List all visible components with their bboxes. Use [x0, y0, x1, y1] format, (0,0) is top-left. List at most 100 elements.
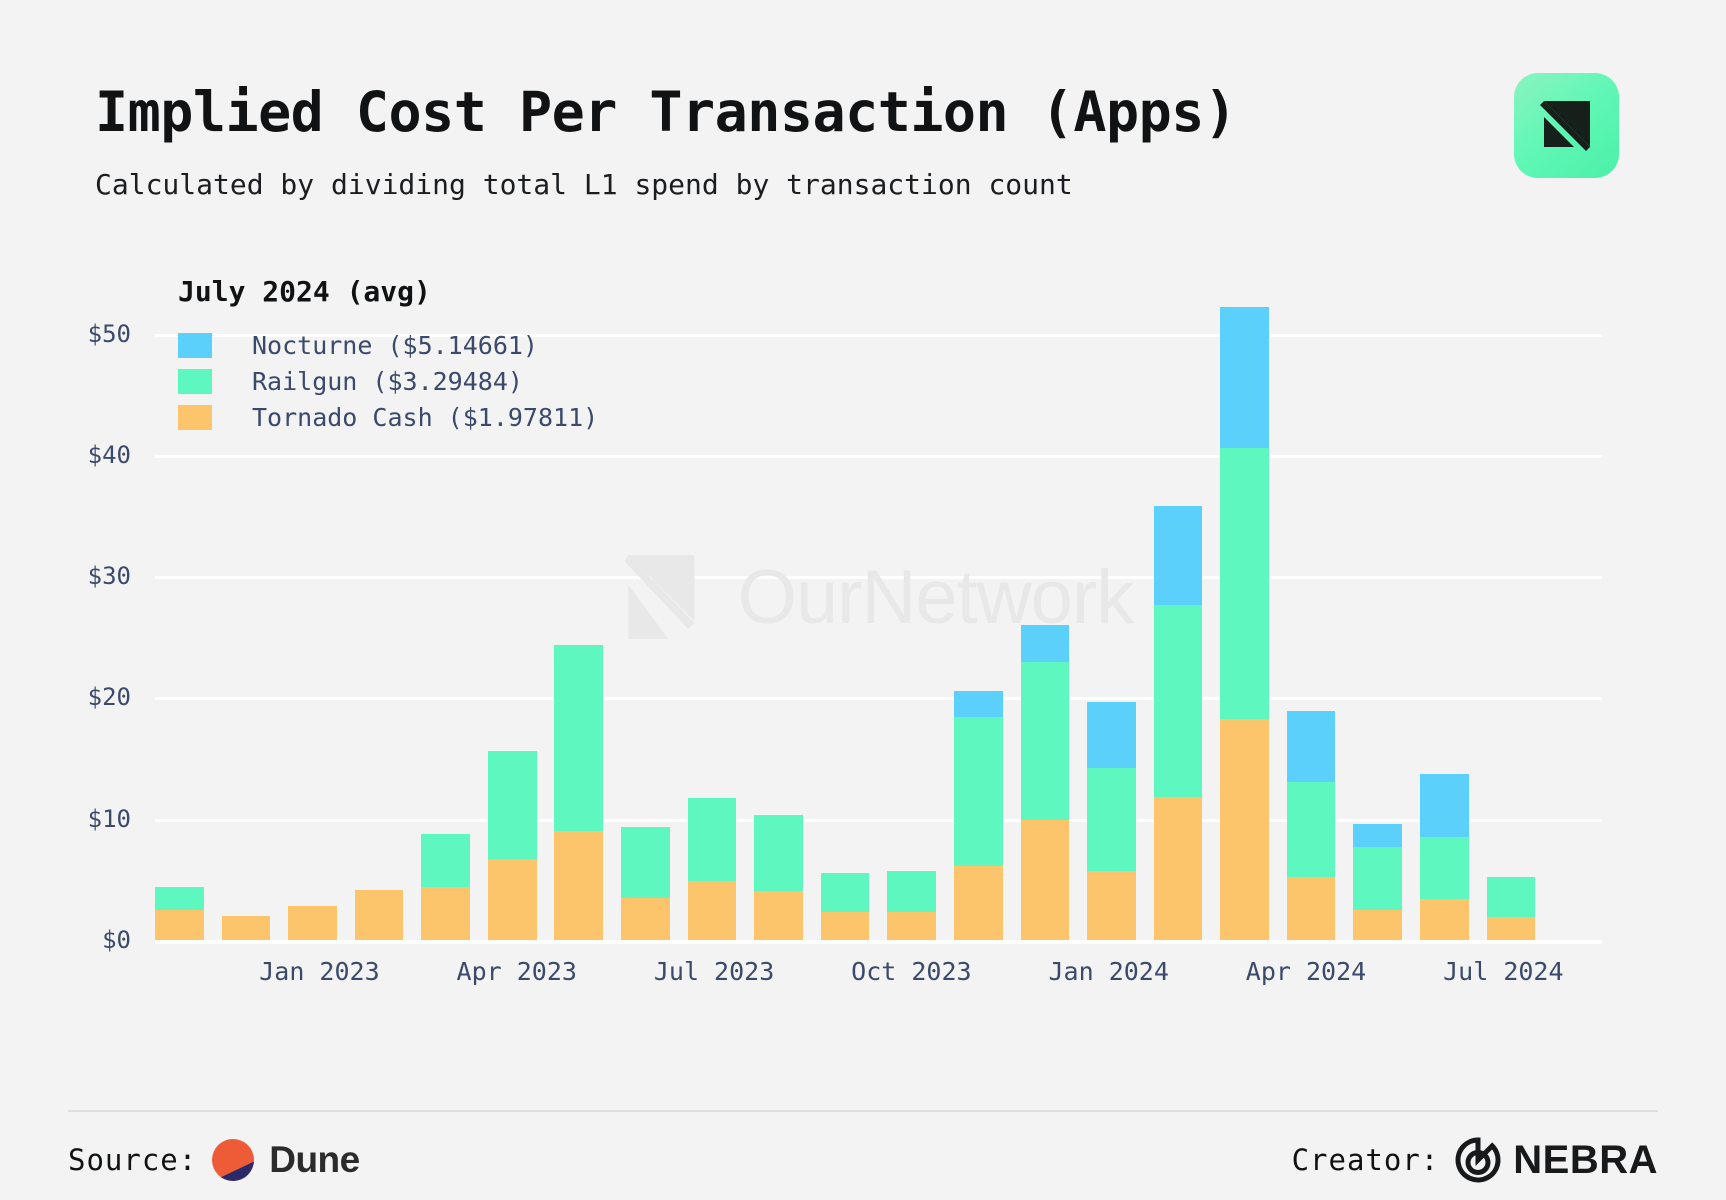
chart-page: Implied Cost Per Transaction (Apps) Calc…	[0, 0, 1726, 1200]
bar-segment[interactable]	[487, 858, 537, 940]
bar-segment[interactable]	[155, 886, 204, 910]
nebra-brand-badge	[1514, 73, 1619, 178]
source-label: Source:	[68, 1143, 198, 1177]
x-axis-tick-label: Jan 2024	[1048, 957, 1169, 986]
bar-segment[interactable]	[1020, 662, 1070, 820]
chart-footer: Source: Dune Creator: NEBRA	[68, 1130, 1658, 1190]
creator-name: NEBRA	[1513, 1137, 1658, 1182]
x-axis-tick-label: Apr 2024	[1245, 957, 1367, 986]
bar-column[interactable]	[820, 285, 870, 940]
bar-column[interactable]	[621, 285, 670, 940]
bar-column[interactable]	[887, 285, 937, 940]
bar-segment[interactable]	[887, 870, 937, 913]
bar-segment[interactable]	[487, 750, 537, 859]
x-axis-tick-label: Jul 2023	[653, 957, 775, 986]
bar-segment[interactable]	[1353, 909, 1403, 940]
bar-segment[interactable]	[621, 897, 670, 940]
legend-item-label: Railgun ($3.29484)	[252, 366, 523, 396]
legend-swatch-icon	[178, 368, 212, 394]
dune-logo-icon	[212, 1139, 255, 1181]
x-axis-tick-label: Apr 2023	[456, 957, 577, 986]
chart-legend: July 2024 (avg) Nocturne ($5.14661) Railg…	[178, 275, 598, 435]
bar-segment[interactable]	[687, 880, 737, 940]
bar-segment[interactable]	[687, 798, 737, 881]
bar-segment[interactable]	[1419, 836, 1469, 899]
bar-segment[interactable]	[354, 890, 404, 940]
chart-header: Implied Cost Per Transaction (Apps) Calc…	[95, 80, 1237, 202]
creator-label: Creator:	[1291, 1143, 1440, 1177]
legend-item[interactable]: Tornado Cash ($1.97811)	[178, 399, 598, 435]
bar-segment[interactable]	[754, 891, 803, 940]
bar-segment[interactable]	[621, 827, 670, 898]
bar-segment[interactable]	[155, 909, 204, 940]
bar-segment[interactable]	[1419, 898, 1469, 940]
bar-column[interactable]	[1286, 285, 1336, 940]
nebra-mark-icon	[1539, 100, 1590, 151]
bar-segment[interactable]	[754, 815, 803, 892]
page-title: Implied Cost Per Transaction (Apps)	[95, 80, 1237, 144]
bar-segment[interactable]	[953, 691, 1003, 717]
bar-segment[interactable]	[1353, 846, 1403, 910]
bar-segment[interactable]	[887, 912, 937, 940]
bar-segment[interactable]	[953, 866, 1003, 940]
legend-item[interactable]: Nocturne ($5.14661)	[178, 327, 598, 363]
bar-segment[interactable]	[1486, 876, 1536, 917]
legend-item[interactable]: Railgun ($3.29484)	[178, 363, 598, 399]
bar-segment[interactable]	[1220, 306, 1269, 448]
x-axis-baseline	[155, 940, 1602, 944]
legend-item-label: Nocturne ($5.14661)	[252, 330, 538, 360]
bar-segment[interactable]	[1286, 710, 1336, 783]
bar-segment[interactable]	[288, 906, 337, 940]
bar-segment[interactable]	[1087, 702, 1136, 768]
bar-column[interactable]	[754, 285, 803, 940]
bar-segment[interactable]	[221, 915, 271, 940]
bar-column[interactable]	[1020, 285, 1070, 940]
bar-segment[interactable]	[1020, 624, 1070, 663]
bar-segment[interactable]	[953, 716, 1003, 867]
bar-column[interactable]	[1553, 285, 1602, 940]
bar-segment[interactable]	[1087, 870, 1136, 940]
legend-items: Nocturne ($5.14661) Railgun ($3.29484) Tor…	[178, 327, 598, 435]
legend-swatch-icon	[178, 404, 212, 430]
bar-segment[interactable]	[1353, 823, 1403, 847]
bar-column[interactable]	[687, 285, 737, 940]
legend-item-label: Tornado Cash ($1.97811)	[252, 402, 599, 432]
bar-segment[interactable]	[1286, 876, 1336, 940]
y-axis-tick-label: $20	[87, 683, 131, 712]
bar-column[interactable]	[1486, 285, 1536, 940]
bar-segment[interactable]	[421, 886, 470, 940]
bar-segment[interactable]	[1020, 819, 1070, 940]
y-axis-tick-label: $0	[102, 926, 131, 954]
bar-segment[interactable]	[1286, 782, 1336, 877]
bar-segment[interactable]	[820, 912, 870, 940]
bar-segment[interactable]	[1153, 505, 1203, 606]
bar-segment[interactable]	[421, 834, 470, 887]
bar-segment[interactable]	[1087, 767, 1136, 871]
legend-title: July 2024 (avg)	[178, 275, 431, 308]
x-axis-tick-label: Jul 2024	[1443, 957, 1564, 986]
bar-column[interactable]	[1220, 285, 1269, 940]
bar-segment[interactable]	[1153, 605, 1203, 797]
bar-segment[interactable]	[1419, 773, 1469, 837]
bar-segment[interactable]	[1220, 447, 1269, 720]
bar-segment[interactable]	[1486, 916, 1536, 940]
footer-creator: Creator: NEBRA	[1292, 1130, 1658, 1190]
bar-column[interactable]	[953, 285, 1003, 940]
bar-segment[interactable]	[1153, 796, 1203, 940]
bar-segment[interactable]	[1220, 719, 1269, 940]
bar-segment[interactable]	[554, 645, 604, 831]
bar-segment[interactable]	[554, 830, 604, 940]
bar-segment[interactable]	[820, 873, 870, 913]
page-subtitle: Calculated by dividing total L1 spend by…	[95, 168, 1073, 201]
bar-column[interactable]	[1419, 285, 1469, 940]
source-name: Dune	[269, 1139, 360, 1180]
legend-swatch-icon	[178, 332, 212, 358]
bar-column[interactable]	[1087, 285, 1136, 940]
y-axis-tick-label: $30	[87, 562, 131, 591]
nebra-ring-icon	[1455, 1137, 1501, 1183]
footer-source: Source: Dune	[68, 1130, 360, 1190]
bar-column[interactable]	[1353, 285, 1403, 940]
x-axis-tick-label: Oct 2023	[851, 957, 972, 986]
x-axis-tick-label: Jan 2023	[259, 957, 380, 986]
bar-column[interactable]	[1153, 285, 1203, 940]
